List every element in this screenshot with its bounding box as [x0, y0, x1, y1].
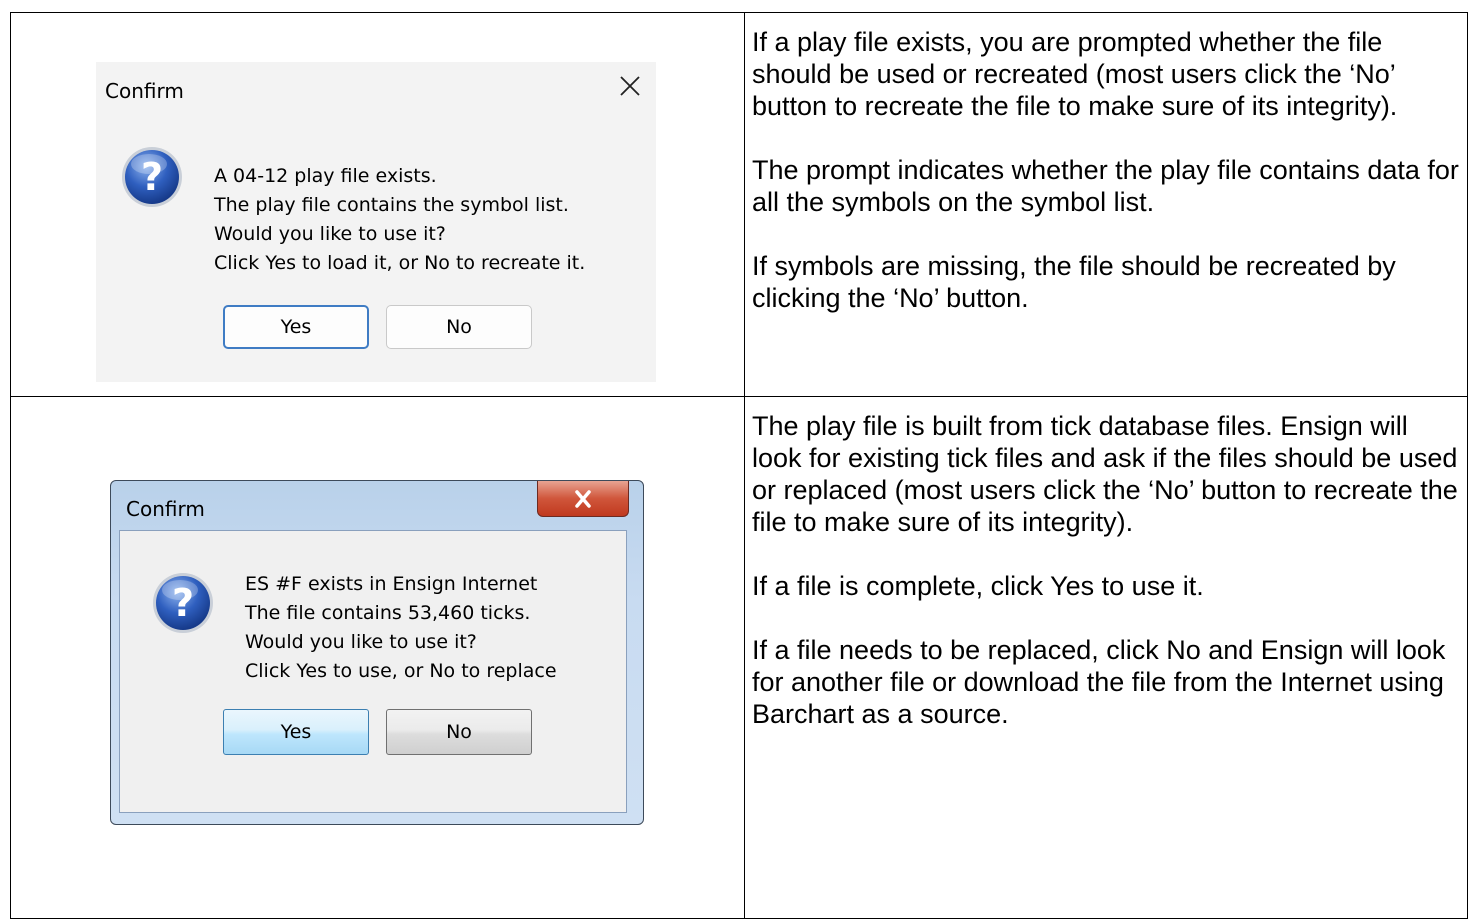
table-row: Confirm — [10, 396, 1468, 919]
message-line: Click Yes to load it, or No to recreate … — [214, 252, 586, 274]
paragraph: If symbols are missing, the file should … — [752, 251, 1396, 313]
paragraph: The prompt indicates whether the play fi… — [752, 155, 1459, 217]
screenshot-cell: Confirm — [10, 396, 745, 919]
paragraph: If a file needs to be replaced, click No… — [752, 635, 1446, 730]
paragraph: If a play file exists, you are prompted … — [752, 27, 1398, 121]
description-cell: The play file is built from tick databas… — [744, 396, 1468, 919]
table-row: Confirm — [10, 11, 1468, 398]
screenshot-cell: Confirm — [10, 11, 745, 398]
dialog-title: Confirm — [105, 79, 184, 103]
confirm-dialog-win11: Confirm ? A 04-12 play file exists. The … — [96, 62, 656, 382]
document-table: Confirm ? A 04-12 play file exists. The … — [10, 11, 1468, 919]
dialog-message: A 04-12 play file exists. The play file … — [214, 162, 585, 278]
svg-text:?: ? — [172, 581, 194, 625]
dialog-title: Confirm — [126, 497, 205, 522]
message-line: ES #F exists in Ensign Internet — [245, 573, 538, 596]
no-button[interactable]: No — [386, 709, 532, 756]
dialog-body: ? ES #F exists in Ensign Internet The fi… — [119, 530, 627, 814]
message-line: Would you like to use it? — [245, 631, 477, 654]
yes-button[interactable]: Yes — [223, 305, 369, 349]
message-line: A 04-12 play file exists. — [214, 165, 437, 187]
yes-button[interactable]: Yes — [223, 709, 369, 756]
close-icon[interactable] — [618, 74, 642, 98]
no-button[interactable]: No — [386, 305, 532, 349]
paragraph: The play file is built from tick databas… — [752, 411, 1458, 538]
paragraph: If a file is complete, click Yes to use … — [752, 571, 1204, 602]
message-line: Would you like to use it? — [214, 223, 446, 245]
dialog-message: ES #F exists in Ensign Internet The file… — [245, 570, 557, 686]
svg-text:?: ? — [141, 155, 163, 199]
question-icon: ? — [150, 570, 216, 636]
confirm-dialog-win7: Confirm ? ES #F exists in Ensign Interne… — [110, 480, 644, 826]
question-icon: ? — [119, 144, 185, 210]
close-icon[interactable] — [537, 481, 629, 518]
message-line: Click Yes to use, or No to replace — [245, 660, 557, 683]
message-line: The play file contains the symbol list. — [214, 194, 569, 216]
message-line: The file contains 53,460 ticks. — [245, 602, 531, 625]
description-cell: If a play file exists, you are prompted … — [744, 11, 1468, 398]
